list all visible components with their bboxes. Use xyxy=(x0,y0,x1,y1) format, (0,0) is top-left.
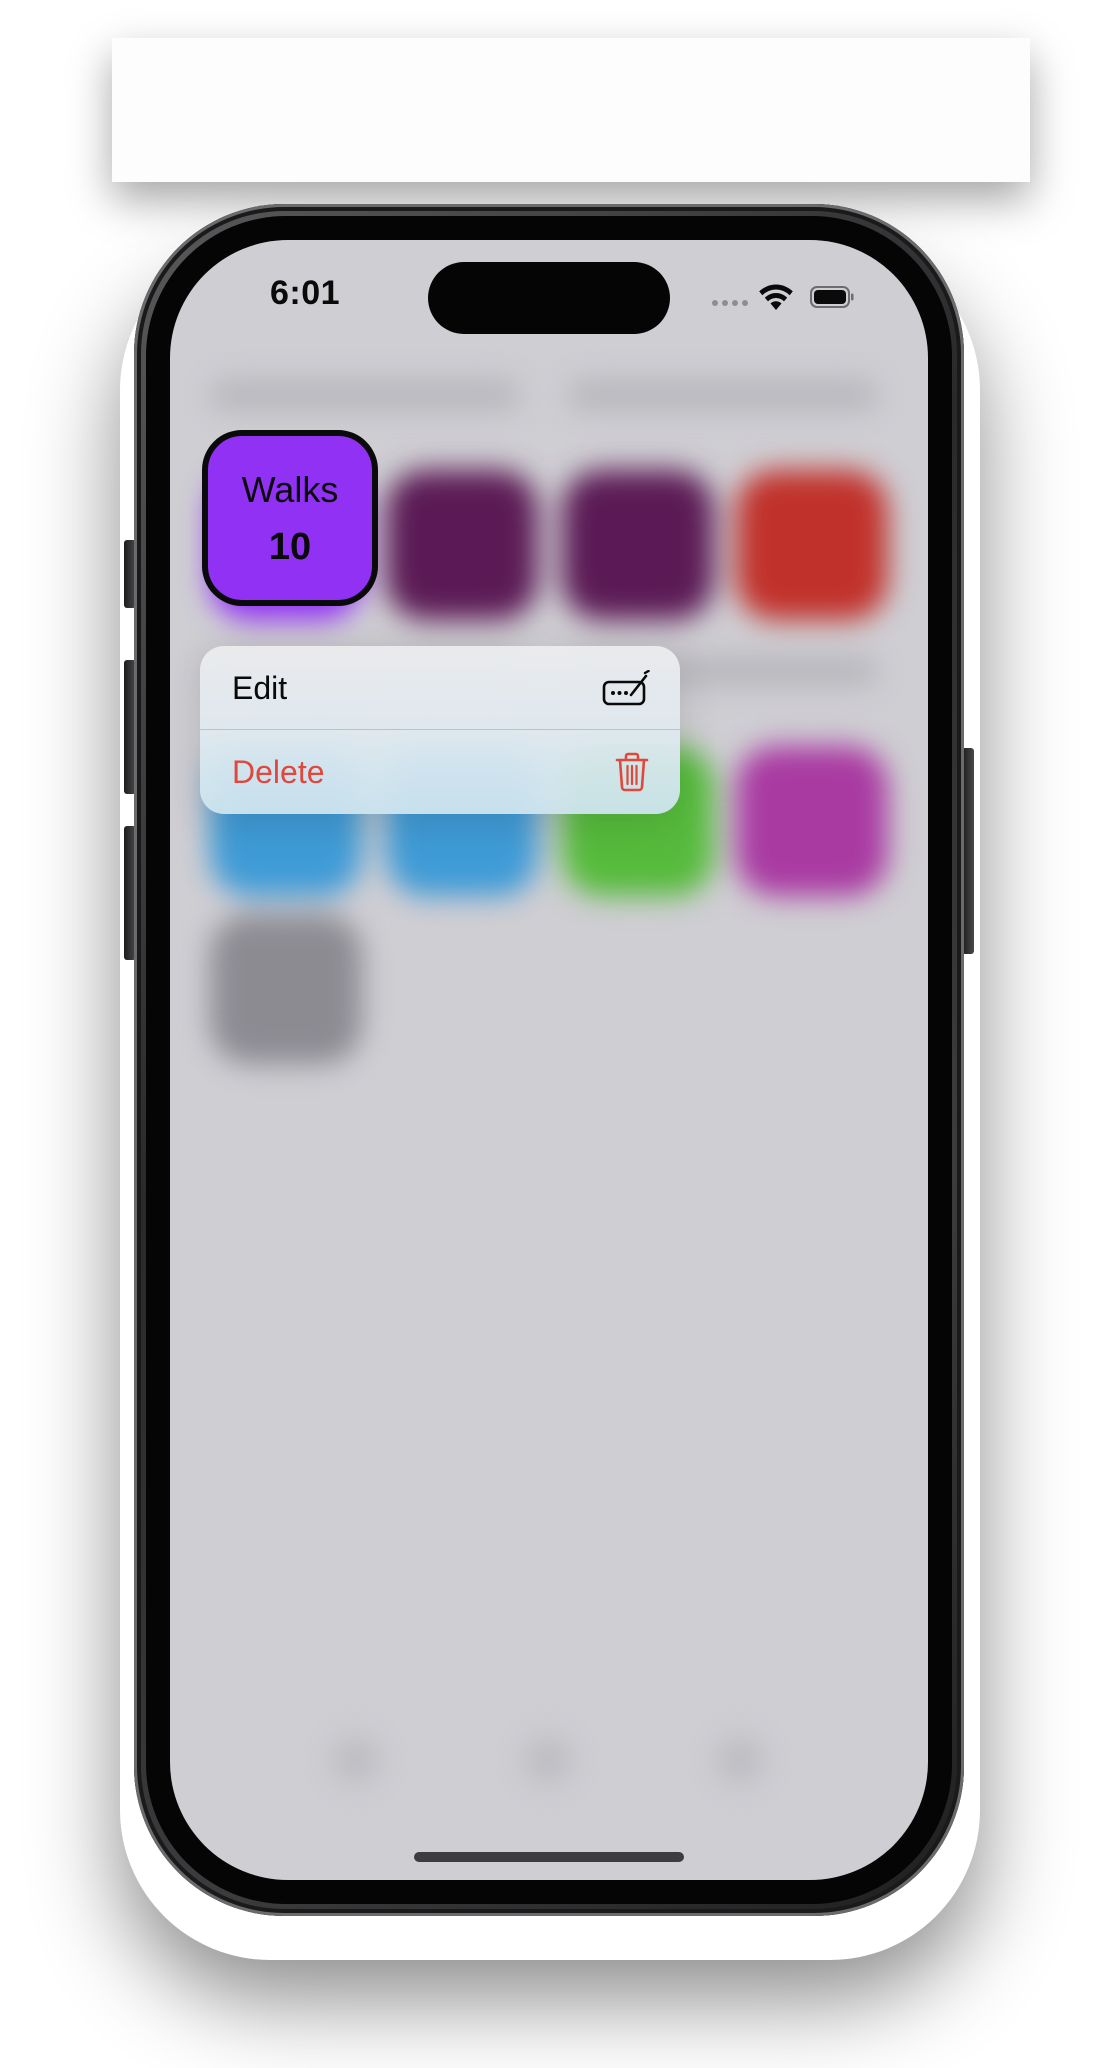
signal-dots-icon xyxy=(712,300,748,306)
blurred-tab-icon[interactable] xyxy=(716,1736,764,1784)
blurred-section-header xyxy=(210,380,520,410)
status-time: 6:01 xyxy=(270,274,341,312)
tile-title: Walks xyxy=(241,468,339,510)
trash-icon xyxy=(615,752,649,792)
blurred-tile[interactable] xyxy=(736,470,888,620)
tile-count: 10 xyxy=(268,525,312,568)
blurred-section-header xyxy=(568,380,878,410)
walks-tile[interactable]: Walks 10 xyxy=(202,430,378,606)
wifi-icon xyxy=(759,284,793,310)
delete-menu-item[interactable]: Delete xyxy=(200,730,680,814)
blurred-tile[interactable] xyxy=(210,914,362,1064)
battery-icon xyxy=(810,286,854,308)
home-indicator[interactable] xyxy=(414,1852,684,1862)
blurred-tile[interactable] xyxy=(736,746,888,896)
blurred-tab-icon[interactable] xyxy=(332,1736,380,1784)
edit-keyboard-icon xyxy=(602,670,650,706)
blurred-tab-icon[interactable] xyxy=(524,1736,572,1784)
dynamic-island xyxy=(428,262,670,334)
edit-label: Edit xyxy=(232,669,288,706)
blurred-tile[interactable] xyxy=(386,470,538,620)
context-menu: Edit Delete xyxy=(200,646,680,814)
edit-menu-item[interactable]: Edit xyxy=(200,646,680,730)
blurred-tile[interactable] xyxy=(562,470,714,620)
top-banner xyxy=(112,38,1030,182)
phone-screen: 6:01 Walks 10 Edit Delete xyxy=(170,240,928,1880)
delete-label: Delete xyxy=(232,753,325,790)
